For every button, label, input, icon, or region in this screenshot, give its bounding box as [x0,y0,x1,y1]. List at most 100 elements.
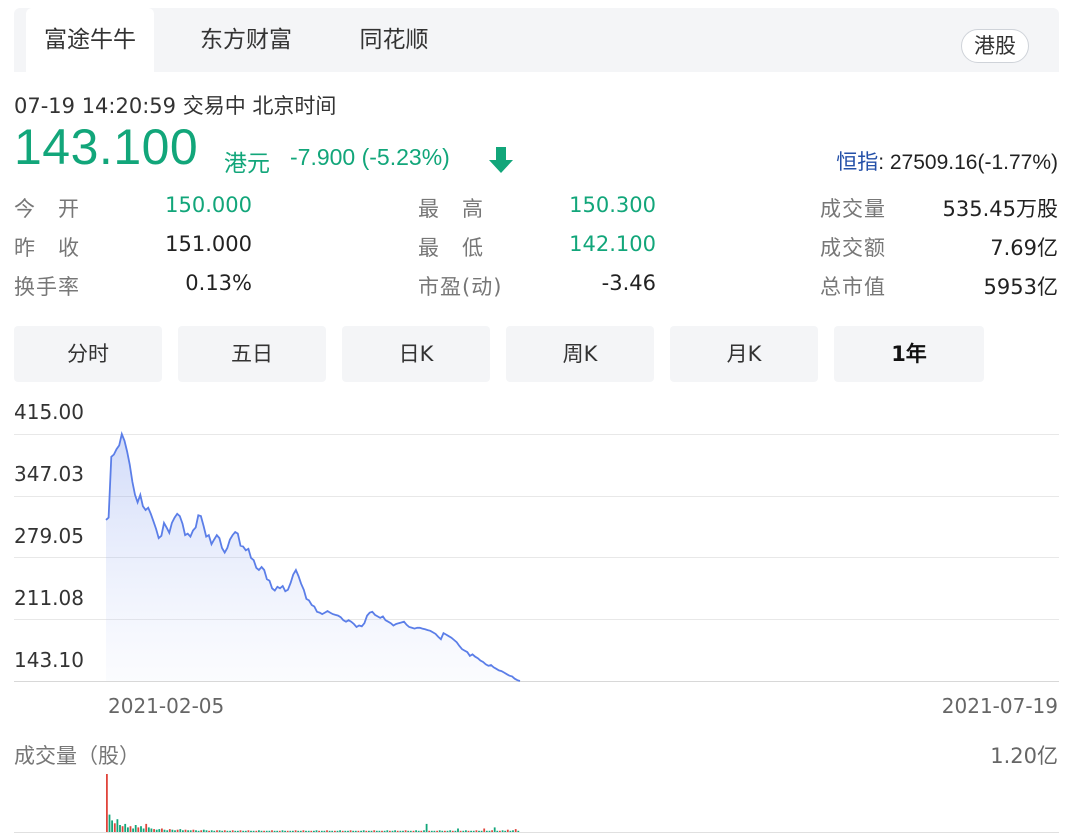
period-tab-monthly-k[interactable]: 月K [670,326,818,382]
stat-label-pe: 市盈(动) [418,275,503,299]
volume-bar [192,829,195,832]
volume-bar [396,830,399,832]
volume-max-label: 1.20亿 [990,744,1058,768]
volume-bar [258,830,260,832]
volume-bar [438,830,441,832]
price-change-pct: (-5.23%) [361,144,450,170]
volume-bar [163,829,166,832]
volume-baseline [14,832,1059,833]
volume-bar [430,830,433,832]
stat-value-high: 150.300 [569,193,656,217]
volume-bar [470,830,472,832]
period-tab-5day[interactable]: 五日 [178,326,326,382]
volume-bar [425,823,428,832]
volume-bar [514,829,517,832]
volume-bar [129,826,132,832]
volume-bar [166,830,169,832]
source-tab-bar: 富途牛牛 东方财富 同花顺 港股 [14,8,1059,72]
market-badge[interactable]: 港股 [961,29,1029,63]
volume-bar [315,830,318,832]
volume-bar [187,830,189,832]
stat-value-turnover-rate: 0.13% [185,271,252,295]
volume-bar [250,830,252,832]
volume-bar [237,830,239,832]
volume-bar [137,827,140,832]
volume-bar [436,830,438,832]
volume-bar [499,830,501,832]
volume-bar [268,830,271,832]
volume-bar [318,830,320,832]
volume-bar [127,827,129,832]
volume-bar [234,830,237,832]
volume-bar [417,830,420,832]
volume-bar [331,830,334,832]
volume-bar [208,830,210,832]
period-tab-intraday[interactable]: 分时 [14,326,162,382]
volume-bar [328,830,331,832]
volume-bar [140,826,142,832]
volume-bar [242,830,245,832]
volume-bar [389,830,391,832]
volume-bar [402,830,404,832]
volume-bar [313,830,315,832]
volume-bar [485,830,488,832]
volume-bar [399,830,402,832]
volume-bar [231,830,234,832]
volume-bar [383,830,386,832]
volume-bar [302,830,305,832]
volume-bar [221,830,224,832]
volume-bar [108,814,111,832]
volume-bar [158,829,161,832]
volume-bar [189,830,192,832]
volume-bar [150,828,153,832]
volume-bar [370,830,373,832]
volume-bar [239,830,242,832]
volume-bar [475,830,478,832]
volume-bar [210,830,213,832]
volume-bar [202,829,205,832]
volume-bar [373,830,376,832]
volume-bar [517,830,520,832]
volume-bar [310,830,313,832]
x-end-date: 2021-07-19 [941,694,1058,718]
volume-bar [263,830,265,832]
volume-bar [347,830,349,832]
stat-value-turnover: 7.69亿 [990,236,1058,260]
period-tab-1year[interactable]: 1年 [834,326,984,382]
volume-bar [229,830,231,832]
period-tab-daily-k[interactable]: 日K [342,326,490,382]
volume-bar [451,830,454,832]
tab-futu[interactable]: 富途牛牛 [26,8,154,72]
status-line: 07-19 14:20:59 交易中 北京时间 [14,90,336,120]
volume-bar [412,830,415,832]
volume-title: 成交量（股） [14,744,140,768]
volume-bar [483,828,486,832]
volume-bar [286,830,289,832]
volume-bar [197,830,200,832]
volume-bar [216,830,218,832]
volume-bar [378,830,381,832]
volume-bar [174,830,176,832]
volume-bar [200,830,203,832]
volume-bar [420,830,423,832]
index-name: 恒指 [836,151,879,174]
volume-bar [255,830,258,832]
status-timezone: 北京时间 [252,94,337,118]
volume-bar [121,826,124,832]
volume-bar [357,830,360,832]
volume-bar [360,830,362,832]
period-tab-weekly-k[interactable]: 周K [506,326,654,382]
volume-bar [145,823,148,832]
volume-bar [428,830,431,832]
tab-tonghuashun[interactable]: 同花顺 [344,8,444,72]
stat-value-low: 142.100 [569,232,656,256]
volume-bar [506,829,509,832]
index-quote[interactable]: 恒指: 27509.16(-1.77%) [836,146,1058,176]
volume-bar [276,830,279,832]
volume-bar [134,825,137,832]
status-state: 交易中 [182,94,246,118]
tab-eastmoney[interactable]: 东方财富 [182,8,310,72]
volume-bar [179,829,182,832]
last-price: 143.100 [14,119,199,175]
volume-bar [341,830,344,832]
